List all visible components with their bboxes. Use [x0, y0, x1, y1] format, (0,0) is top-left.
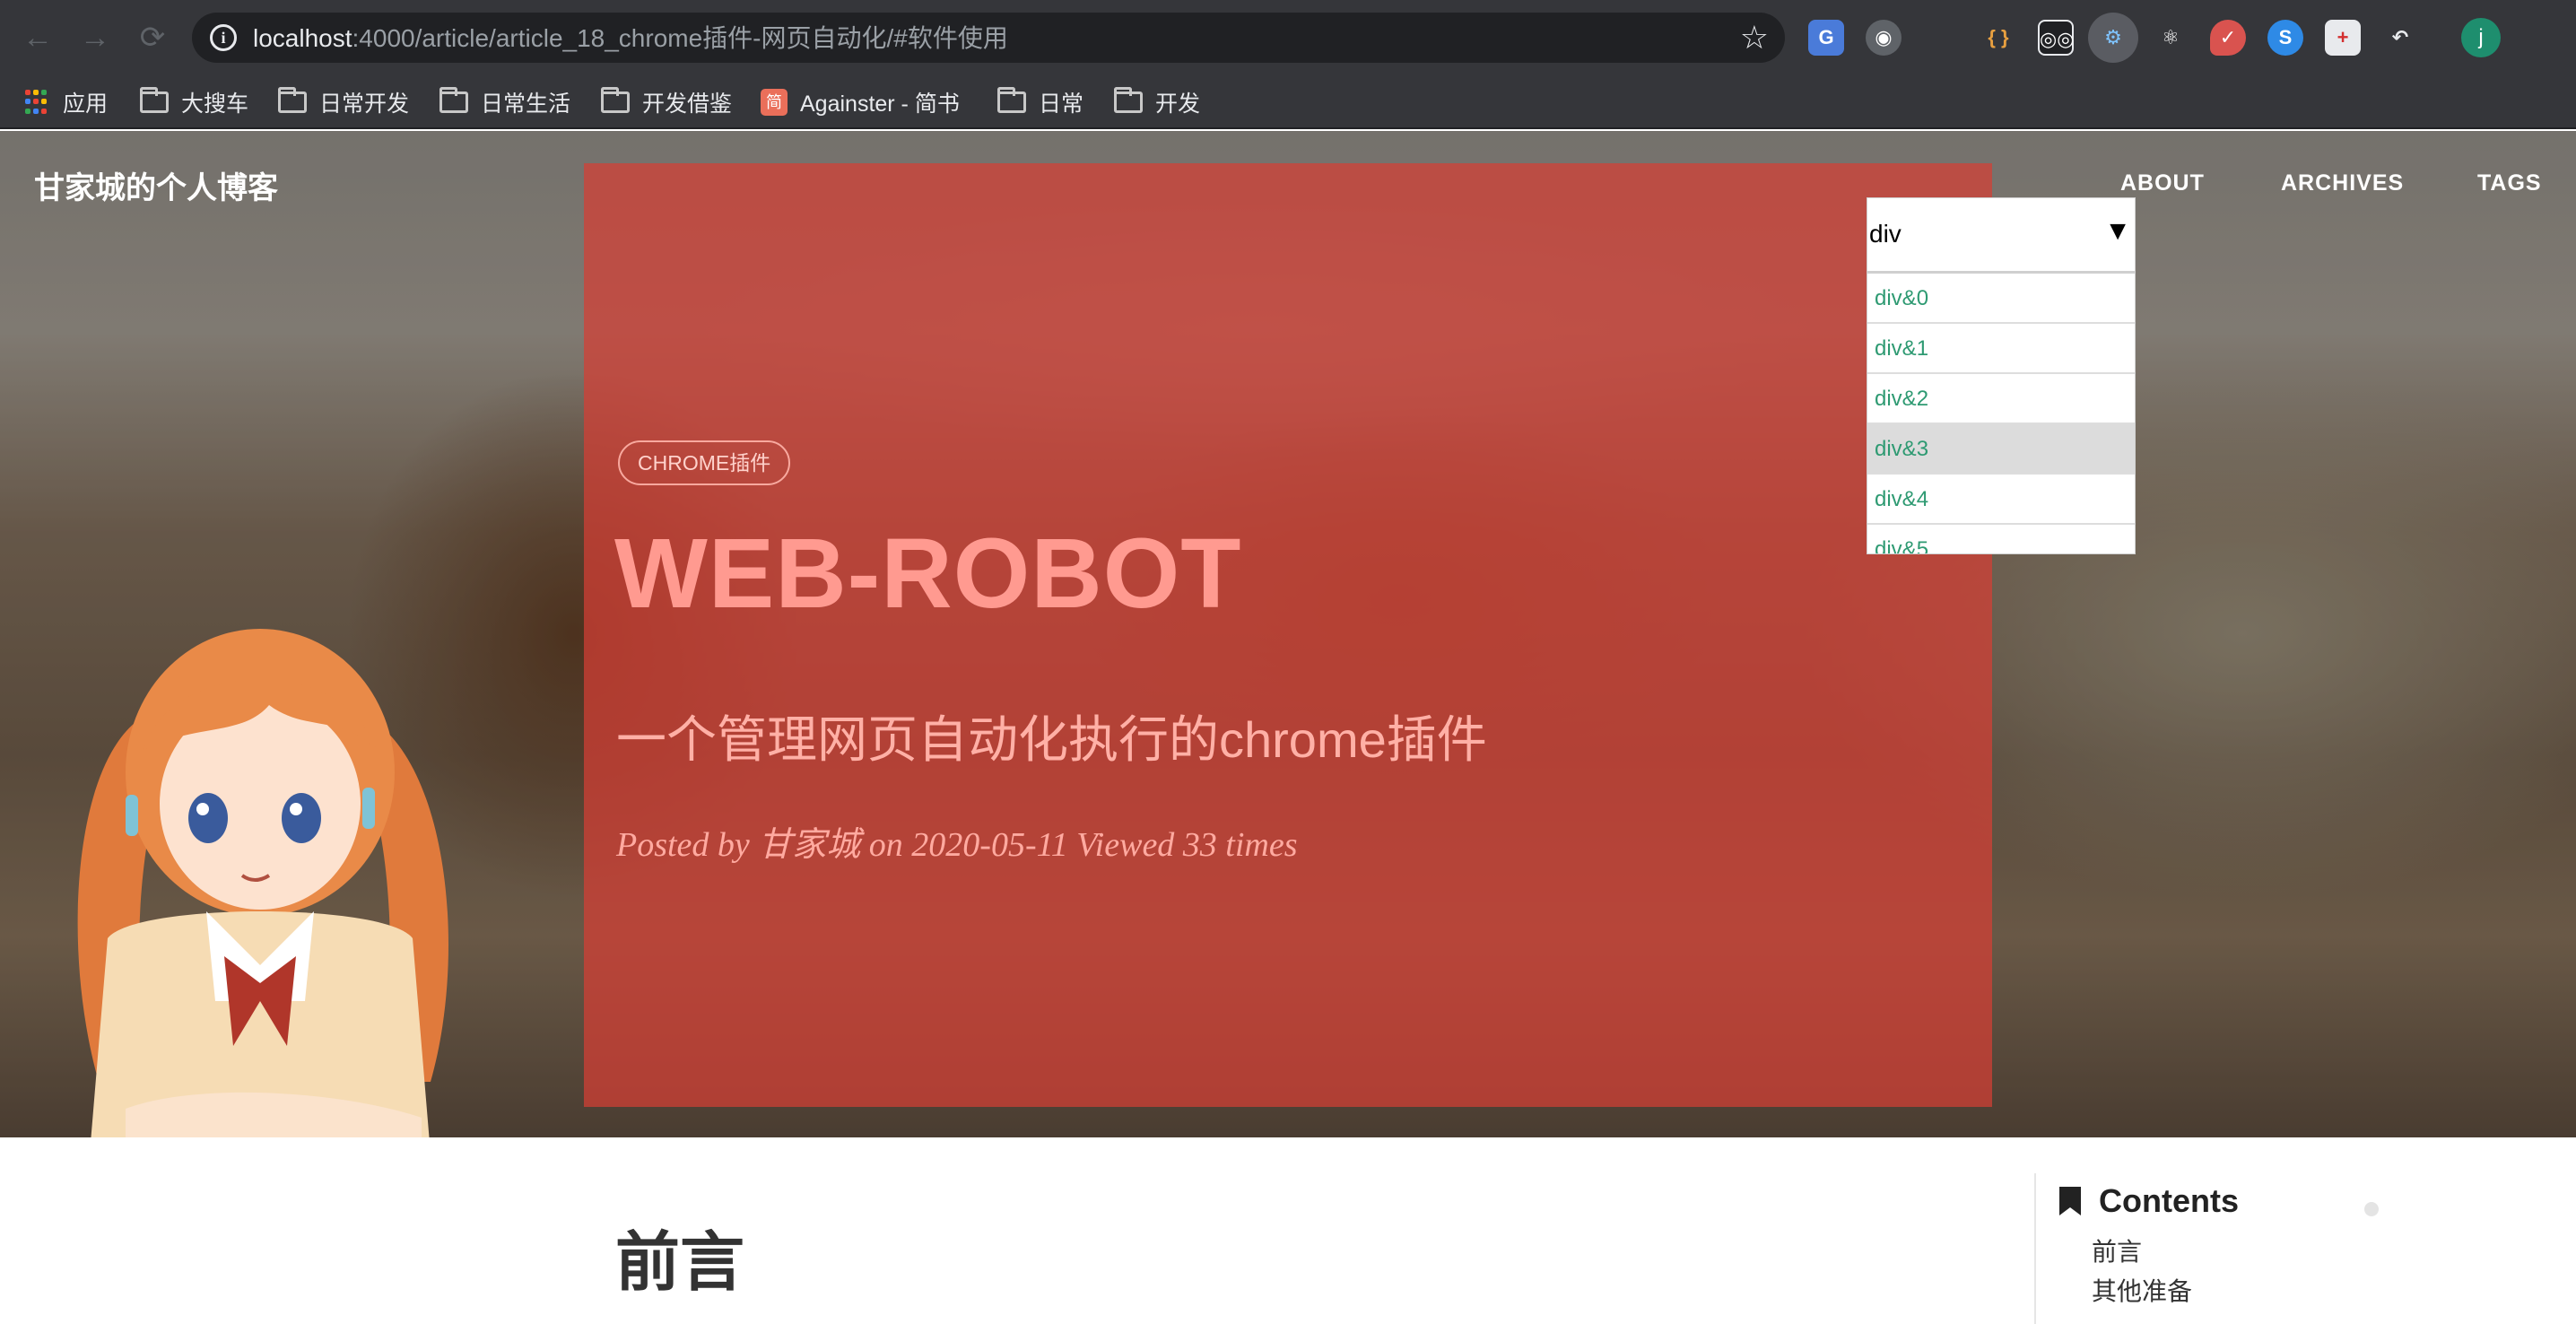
- tag-select[interactable]: div ▼: [1867, 198, 2135, 274]
- article-content: 前言 Contents 前言 其他准备: [0, 1137, 2576, 1324]
- bookmark-folder[interactable]: 开发: [1114, 84, 1200, 120]
- bookmark-folder[interactable]: 开发借鉴: [601, 84, 732, 120]
- bookmark-apps[interactable]: 应用: [25, 84, 108, 120]
- bookmark-label: 应用: [63, 91, 109, 117]
- dropdown-option[interactable]: div&4: [1867, 475, 2135, 525]
- toc-title-label: Contents: [2099, 1182, 2239, 1219]
- bookmark-jianshu[interactable]: 简 Againster - 简书: [761, 84, 960, 120]
- bookmark-label: 日常开发: [319, 91, 410, 117]
- bookmark-label: 日常生活: [481, 91, 571, 117]
- folder-icon: [278, 87, 307, 113]
- dropdown-arrow-icon[interactable]: ▼: [2104, 216, 2131, 247]
- post-title: WEB-ROBOT: [614, 518, 1242, 629]
- toc-item[interactable]: 前言: [2092, 1233, 2142, 1268]
- circle-extension-icon[interactable]: ◉: [1866, 20, 1902, 56]
- folder-icon: [439, 87, 468, 113]
- back-icon[interactable]: ←: [18, 18, 57, 57]
- swirl-extension-icon[interactable]: S: [2267, 20, 2303, 56]
- bookmark-folder[interactable]: 日常生活: [439, 84, 570, 120]
- google-translate-icon[interactable]: G: [1808, 20, 1844, 56]
- robot-extension-icon[interactable]: ⚙: [2095, 20, 2131, 56]
- bookmark-label: 大搜车: [181, 91, 249, 117]
- plus-extension-icon[interactable]: +: [2325, 20, 2361, 56]
- url-host: localhost: [253, 24, 352, 52]
- nav-archives[interactable]: ARCHIVES: [2281, 170, 2404, 196]
- folder-icon: [997, 87, 1026, 113]
- undo-extension-icon[interactable]: ↶: [2382, 20, 2418, 56]
- dropdown-option-highlighted[interactable]: div&3: [1867, 424, 2135, 475]
- toc-dot: [2364, 1202, 2379, 1216]
- folder-icon: [1114, 87, 1143, 113]
- browser-toolbar: ← → ⟳ i localhost:4000/article/article_1…: [0, 0, 2576, 75]
- dropdown-option[interactable]: div&5: [1867, 525, 2135, 553]
- article-heading: 前言: [615, 1227, 745, 1299]
- bookmark-folder[interactable]: 日常开发: [278, 84, 409, 120]
- address-bar[interactable]: i localhost:4000/article/article_18_chro…: [192, 13, 1785, 63]
- post-subtitle: 一个管理网页自动化执行的chrome插件: [616, 711, 1487, 768]
- dropdown-option[interactable]: div&0: [1867, 274, 2135, 324]
- shield-extension-icon[interactable]: ✓: [2210, 20, 2246, 56]
- post-tag[interactable]: CHROME插件: [618, 440, 791, 485]
- jianshu-icon: 简: [761, 89, 788, 116]
- site-info-icon[interactable]: i: [210, 24, 237, 51]
- forward-icon[interactable]: →: [75, 18, 115, 57]
- bookmark-label: 日常: [1039, 91, 1084, 117]
- dropdown-option[interactable]: div&1: [1867, 324, 2135, 374]
- react-devtools-icon[interactable]: ⚛: [2153, 20, 2189, 56]
- bookmark-folder[interactable]: 日常: [997, 84, 1083, 120]
- url-path: :4000/article/article_18_chrome插件-网页自动化/…: [352, 24, 1008, 52]
- post-meta: Posted by 甘家城 on 2020-05-11 Viewed 33 ti…: [616, 826, 1298, 864]
- element-select-dropdown: div ▼ div&0 div&1 div&2 div&3 div&4 div&…: [1867, 197, 2136, 554]
- folder-icon: [601, 87, 630, 113]
- bookmark-folder[interactable]: 大搜车: [140, 84, 248, 120]
- toc-divider: [2034, 1173, 2036, 1324]
- site-title[interactable]: 甘家城的个人博客: [34, 163, 278, 207]
- tag-select-value: div: [1869, 220, 1902, 248]
- profile-avatar[interactable]: j: [2461, 18, 2501, 57]
- bookmarks-bar: 应用 大搜车 日常开发 日常生活 开发借鉴 简 Againster - 简书 日…: [0, 75, 2576, 129]
- bookmark-label: 开发: [1155, 91, 1201, 117]
- brackets-extension-icon[interactable]: { }: [1980, 20, 2016, 56]
- folder-icon: [140, 87, 169, 113]
- nav-tags[interactable]: TAGS: [2477, 170, 2542, 196]
- bookmark-label: 开发借鉴: [642, 91, 733, 117]
- toc-title: Contents: [2059, 1182, 2239, 1220]
- element-highlight-overlay: CHROME插件 WEB-ROBOT 一个管理网页自动化执行的chrome插件 …: [584, 163, 1992, 1107]
- glasses-extension-icon[interactable]: ◎◎: [2038, 20, 2074, 56]
- web-page: 甘家城的个人博客 ABOUT ARCHIVES TAGS CHROME插件 WE…: [0, 131, 2576, 1324]
- address-url[interactable]: localhost:4000/article/article_18_chrome…: [253, 24, 1008, 53]
- bookmark-label: Againster - 简书: [800, 91, 960, 117]
- apps-grid-icon: [25, 90, 50, 115]
- reload-icon[interactable]: ⟳: [133, 18, 172, 57]
- bookmark-icon: [2059, 1187, 2081, 1215]
- toc-item[interactable]: 其他准备: [2092, 1272, 2192, 1308]
- dropdown-option[interactable]: div&2: [1867, 374, 2135, 424]
- nav-about[interactable]: ABOUT: [2120, 170, 2205, 196]
- bookmark-star-icon[interactable]: ☆: [1740, 18, 1769, 57]
